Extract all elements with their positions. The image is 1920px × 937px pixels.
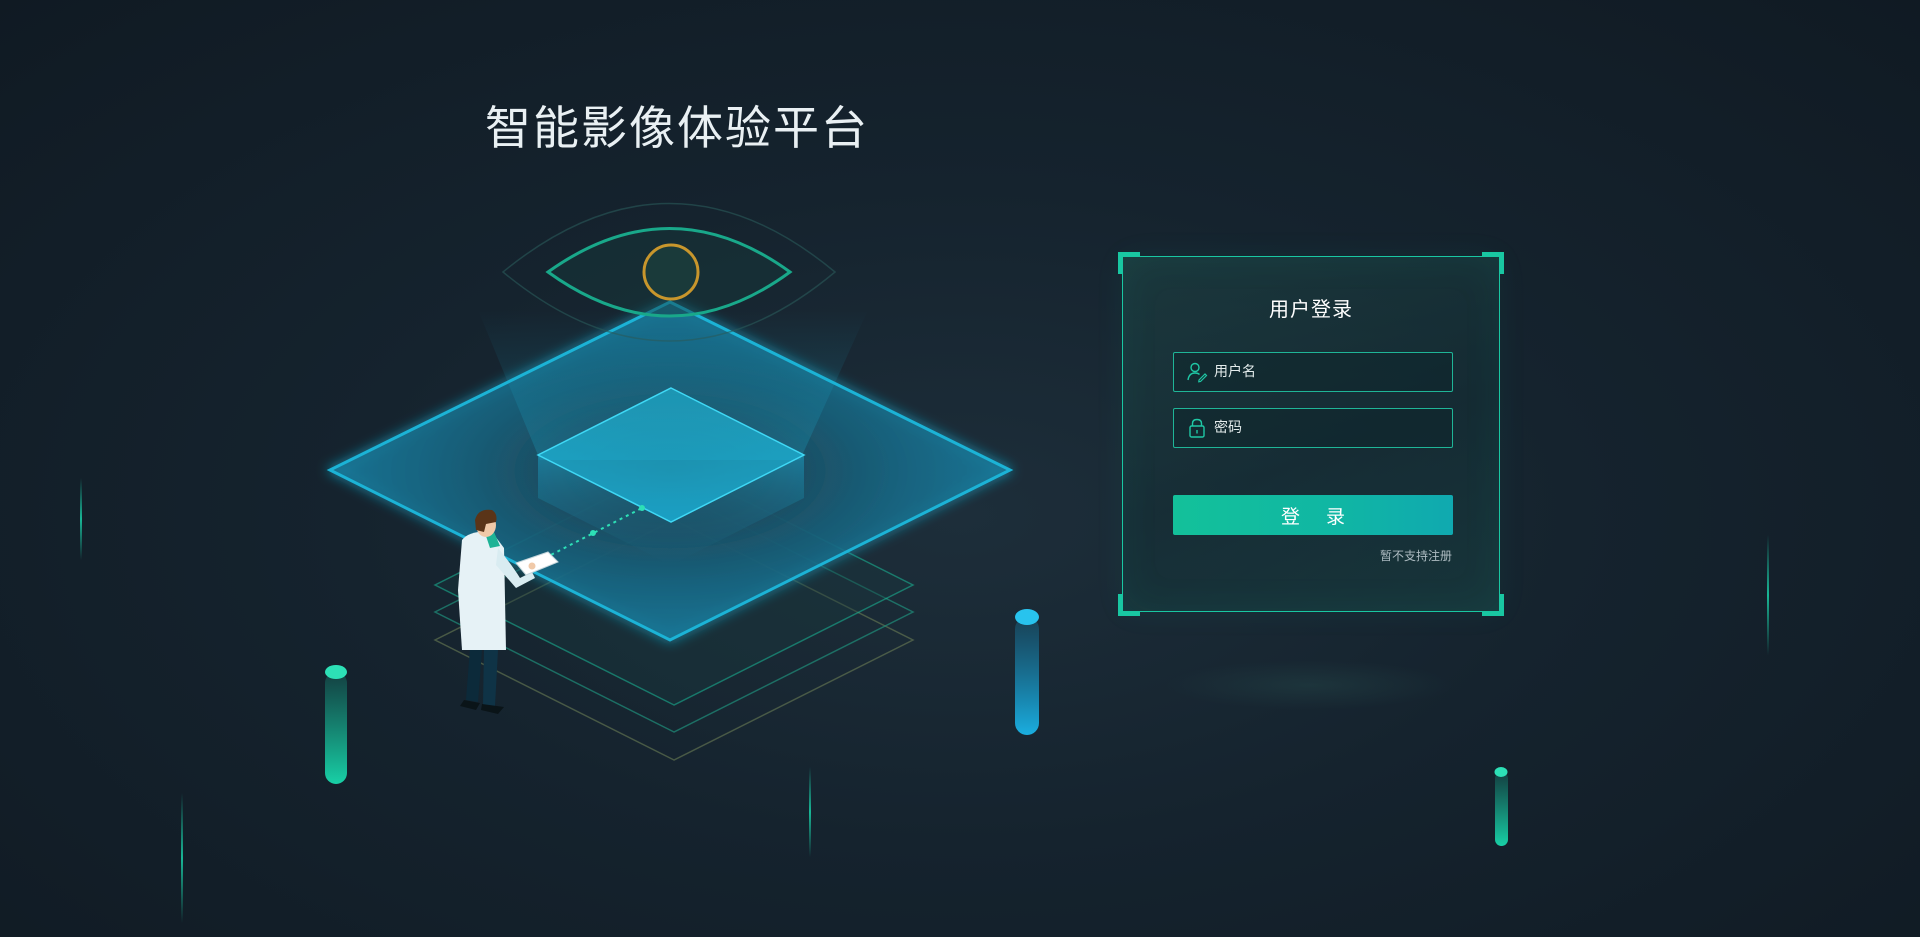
username-input[interactable]	[1208, 352, 1452, 392]
login-title: 用户登录	[1269, 297, 1353, 321]
green-pillar-left	[325, 665, 347, 784]
username-field[interactable]	[1173, 352, 1453, 392]
lock-icon	[1189, 418, 1205, 438]
password-field[interactable]	[1173, 408, 1453, 448]
green-pillar-right	[1494, 767, 1508, 846]
panel-corner-bottom-right	[1482, 594, 1504, 616]
hero-illustration	[80, 202, 1769, 923]
page-title: 智能影像体验平台	[485, 101, 869, 155]
light-streak	[181, 793, 183, 923]
light-streak	[1767, 535, 1769, 655]
password-input[interactable]	[1208, 408, 1452, 448]
panel-corner-top-right	[1482, 252, 1504, 274]
light-streak	[809, 767, 811, 857]
panel-reflection	[1165, 660, 1455, 710]
login-button[interactable]: 登 录	[1173, 495, 1453, 535]
user-edit-icon	[1187, 362, 1208, 383]
light-streak	[80, 478, 82, 560]
panel-corner-top-left	[1118, 252, 1140, 274]
login-panel: 用户登录 登 录 暂不支持注册	[1118, 252, 1504, 616]
panel-corner-bottom-left	[1118, 594, 1140, 616]
register-note: 暂不支持注册	[1379, 549, 1452, 563]
blue-pillar	[1015, 609, 1039, 735]
